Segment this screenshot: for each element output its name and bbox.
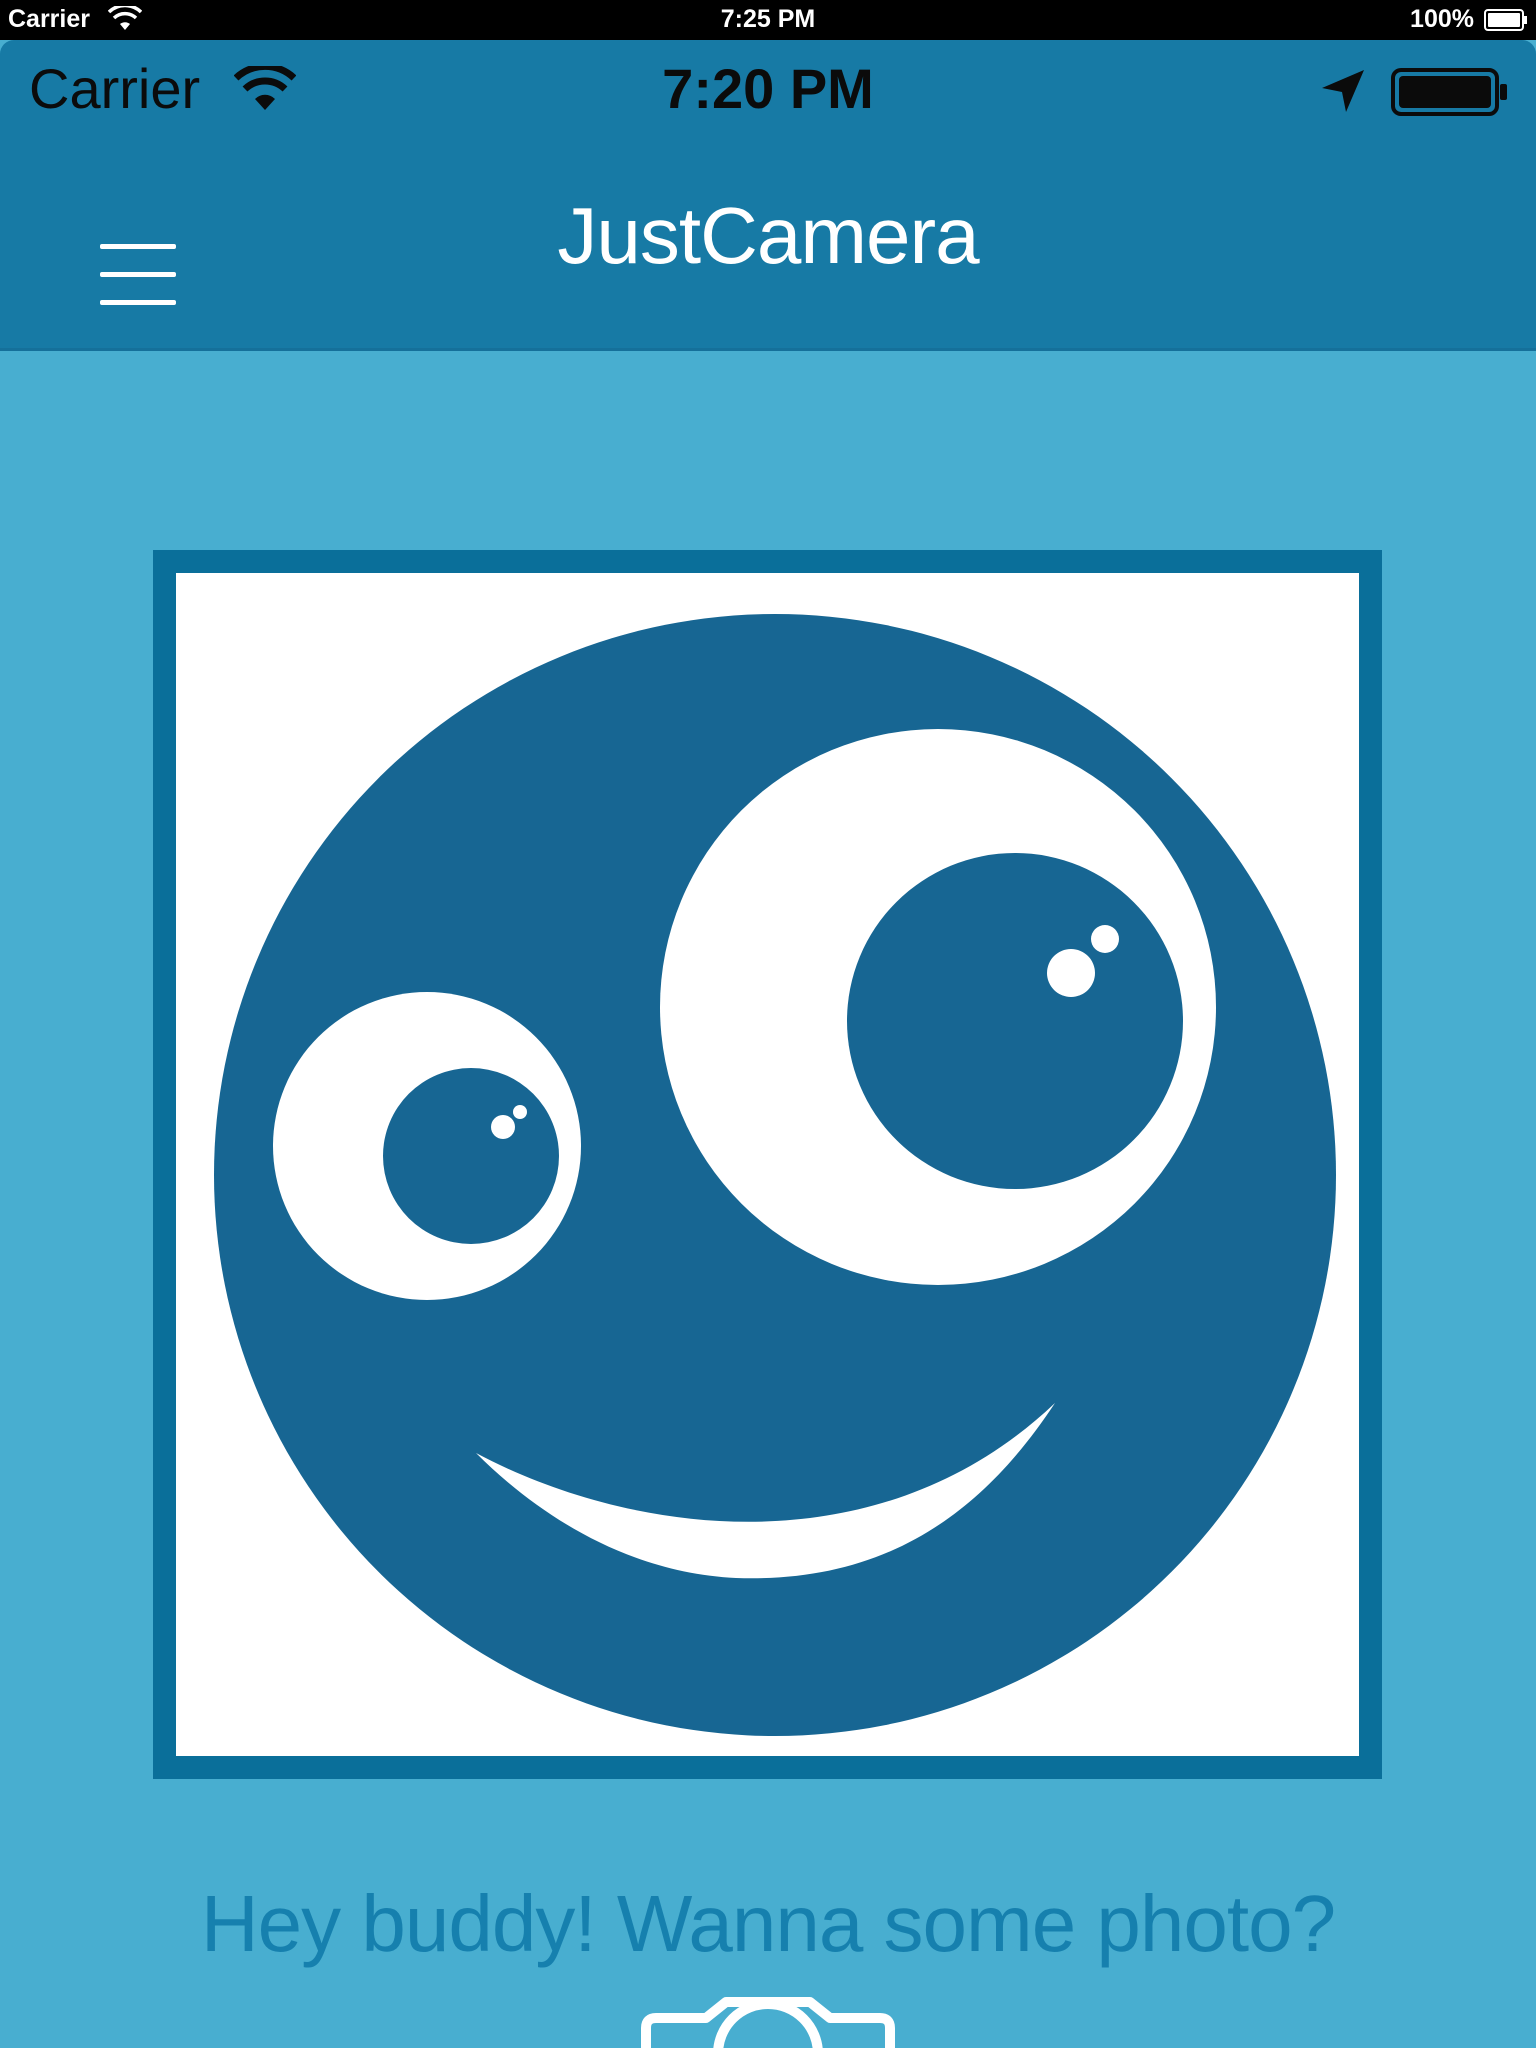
battery-icon [1391,68,1507,116]
device-time-label: 7:25 PM [720,5,816,33]
app-time-label: 7:20 PM [662,57,874,120]
photo-frame [153,550,1382,1779]
camera-button[interactable] [640,1994,896,2048]
battery-icon [1484,9,1527,31]
hamburger-menu-icon-line [100,300,176,305]
app-screen: Carrier 7:25 PM 100% Carrier 7:20 PM Jus… [0,0,1536,2048]
app-frame: Carrier 7:20 PM JustCamera Hey buddy! Wa… [0,40,1536,2048]
app-status-bar: Carrier 7:20 PM [0,40,1536,140]
navigation-header: Carrier 7:20 PM JustCamera [0,40,1536,351]
device-battery-percent: 100% [1410,5,1474,33]
camera-icon [641,1997,895,2048]
device-status-bar: Carrier 7:25 PM 100% [0,0,1536,40]
photo-prompt-text: Hey buddy! Wanna some photo? [200,1879,1336,1968]
location-arrow-icon [1322,70,1364,112]
smiley-face-logo [176,573,1359,1756]
page-title: JustCamera [557,191,979,280]
